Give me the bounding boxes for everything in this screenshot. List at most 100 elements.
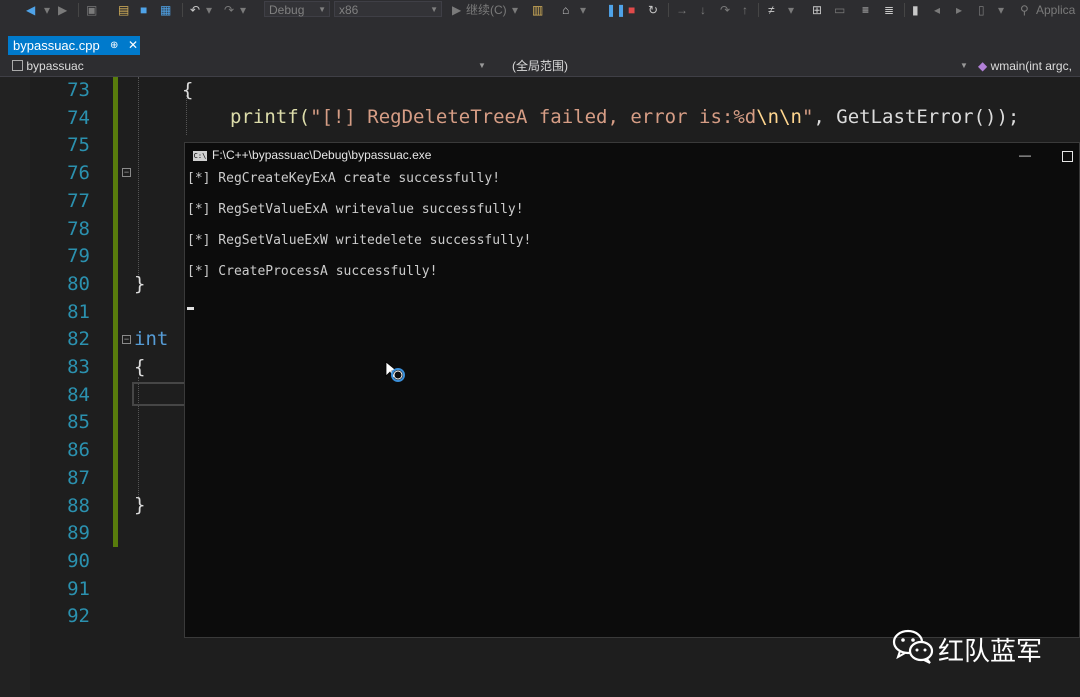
collapse-icon[interactable]: − — [122, 168, 131, 177]
pin-tab-icon[interactable]: ⊕ — [110, 36, 118, 55]
indent-guide — [186, 95, 187, 135]
line-number: 88 — [67, 494, 90, 517]
line-number: 78 — [67, 217, 90, 240]
redo-icon[interactable]: ↷ — [224, 2, 234, 18]
stop-debugging-icon[interactable]: ■ — [628, 2, 635, 18]
open-file-icon[interactable]: ▤ — [118, 2, 129, 18]
redo-dropdown-icon[interactable]: ▾ — [240, 2, 246, 18]
platform-select[interactable]: x86 ▼ — [334, 1, 442, 17]
undo-dropdown-icon[interactable]: ▾ — [206, 2, 212, 18]
comment-icon[interactable]: ≡ — [862, 2, 869, 18]
continue-icon[interactable]: ▶ — [452, 2, 461, 18]
toolbar-overflow-icon[interactable]: ▾ — [998, 2, 1004, 18]
platform-value: x86 — [339, 3, 359, 17]
chevron-down-icon: ▼ — [960, 61, 968, 70]
console-output-line: [*] RegSetValueExW writedelete successfu… — [187, 233, 532, 248]
application-insights-label[interactable]: Applica — [1036, 2, 1075, 18]
new-project-icon[interactable]: ▣ — [86, 2, 97, 18]
line-number: 74 — [67, 106, 90, 129]
continue-label[interactable]: 继续(C) — [466, 2, 507, 18]
uncomment-icon[interactable]: ≣ — [884, 2, 894, 18]
method-icon: ◆ — [978, 59, 988, 73]
console-window[interactable]: C:\ F:\C++\bypassuac\Debug\bypassuac.exe… — [184, 142, 1080, 638]
process-icon[interactable]: ⌂ — [562, 2, 569, 18]
watermark: 红队蓝军 — [892, 628, 1042, 668]
project-icon — [12, 60, 23, 71]
code-line-83: { — [134, 356, 146, 378]
toolbox-strip — [0, 77, 30, 697]
pin-icon[interactable]: ⚲ — [1020, 2, 1029, 18]
busy-cursor-icon — [385, 361, 405, 382]
chevron-down-icon: ▼ — [318, 5, 326, 14]
line-number: 82 — [67, 328, 90, 351]
outline-icon[interactable]: ▭ — [834, 2, 845, 18]
break-all-icon[interactable]: ❚❚ — [606, 2, 626, 18]
line-number: 83 — [67, 356, 90, 378]
code-line-80: } — [134, 273, 146, 295]
wechat-icon — [892, 629, 934, 664]
line-number: 85 — [67, 411, 90, 434]
save-icon[interactable]: ■ — [140, 2, 147, 18]
project-select[interactable]: bypassuac ▼ — [12, 58, 490, 74]
process-dropdown-icon[interactable]: ▾ — [580, 2, 586, 18]
close-icon[interactable]: ✕ — [128, 36, 138, 55]
save-all-icon[interactable]: ▦ — [160, 2, 171, 18]
show-next-statement-icon[interactable]: → — [676, 2, 688, 18]
back-icon[interactable]: ◀ — [26, 2, 35, 18]
tab-label: bypassuac.cpp — [13, 38, 100, 53]
line-number: 73 — [67, 79, 90, 101]
console-title: F:\C++\bypassuac\Debug\bypassuac.exe — [212, 148, 432, 162]
forward-icon[interactable]: ▶ — [58, 2, 67, 18]
maximize-button[interactable] — [1062, 151, 1073, 162]
watermark-text: 红队蓝军 — [938, 637, 1043, 667]
hex-display-icon[interactable]: ⊞ — [812, 2, 822, 18]
minimize-button[interactable]: — — [1019, 143, 1031, 168]
undo-icon[interactable]: ↶ — [190, 2, 200, 18]
change-tracking-bar — [113, 77, 118, 547]
bookmark-icon[interactable]: ▮ — [912, 2, 919, 18]
console-app-icon: C:\ — [193, 151, 207, 161]
line-number: 91 — [67, 577, 90, 600]
prev-bookmark-icon[interactable]: ◂ — [934, 2, 940, 18]
step-out-icon[interactable]: ↑ — [742, 2, 748, 18]
clear-bookmarks-icon[interactable]: ▯ — [978, 2, 985, 18]
restart-icon[interactable]: ↻ — [648, 2, 658, 18]
console-title-bar[interactable]: C:\ F:\C++\bypassuac\Debug\bypassuac.exe… — [185, 143, 1079, 168]
line-number: 77 — [67, 189, 90, 212]
folder-icon[interactable]: ▥ — [532, 2, 543, 18]
line-number: 92 — [67, 605, 90, 628]
console-output-line: [*] CreateProcessA successfully! — [187, 264, 438, 279]
code-line-74: printf("[!] RegDeleteTreeA failed, error… — [230, 106, 1019, 128]
continue-dropdown-icon[interactable]: ▾ — [512, 2, 518, 18]
line-number: 76 — [67, 162, 90, 185]
next-bookmark-icon[interactable]: ▸ — [956, 2, 962, 18]
line-number: 89 — [67, 522, 90, 545]
line-number: 90 — [67, 549, 90, 572]
collapse-icon[interactable]: − — [122, 335, 131, 344]
console-cursor — [187, 307, 194, 310]
configuration-select[interactable]: Debug ▼ — [264, 1, 330, 17]
step-over-icon[interactable]: ↷ — [720, 2, 730, 18]
chevron-down-icon: ▼ — [430, 5, 438, 14]
line-number: 80 — [67, 272, 90, 295]
project-value: bypassuac — [26, 59, 84, 73]
back-dropdown-icon[interactable]: ▾ — [44, 2, 50, 18]
line-number: 84 — [67, 383, 90, 406]
thread-dropdown-icon[interactable]: ▾ — [788, 2, 794, 18]
thread-icon[interactable]: ≠ — [768, 2, 775, 18]
member-select[interactable]: ◆ wmain(int argc, — [978, 58, 1080, 74]
tab-bypassuac-cpp[interactable]: bypassuac.cpp ⊕ ✕ — [8, 36, 140, 55]
current-line-highlight — [132, 382, 192, 406]
format-string: "[!] RegDeleteTreeA failed, error is:%d — [310, 106, 757, 128]
console-output-line: [*] RegCreateKeyExA create successfully! — [187, 171, 501, 186]
indent-guide — [138, 77, 139, 277]
call-args: , GetLastError()); — [813, 106, 1020, 128]
line-number: 81 — [67, 300, 90, 323]
scope-select[interactable]: (全局范围) ▼ — [512, 58, 970, 74]
document-tab-strip: bypassuac.cpp ⊕ ✕ — [0, 20, 1080, 76]
member-value: wmain(int argc, — [990, 59, 1072, 73]
code-line-73: { — [182, 79, 194, 101]
string-close: " — [801, 106, 814, 128]
line-number: 75 — [67, 134, 90, 157]
step-into-icon[interactable]: ↓ — [700, 2, 706, 18]
